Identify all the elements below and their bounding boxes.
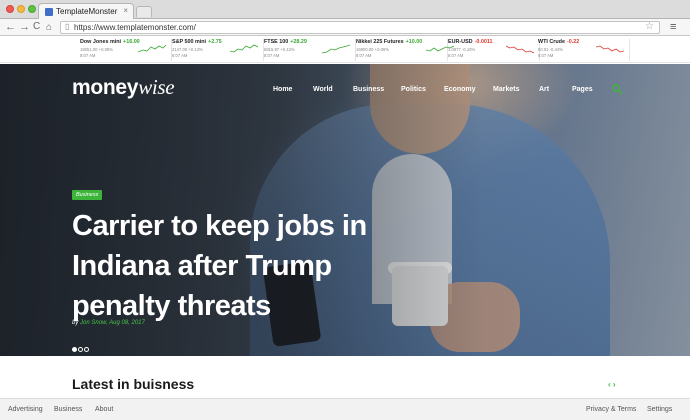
- tab-close-button[interactable]: ×: [123, 6, 128, 15]
- browser-tab[interactable]: TemplateMonster ×: [38, 3, 134, 20]
- minimize-window-button[interactable]: [17, 5, 25, 13]
- browser-toolbar: ← → C ⌂ ▯ https://www.templatemonster.co…: [0, 19, 690, 36]
- ticker-change: -0.22: [566, 39, 580, 45]
- ticker-time: 8:07 AM: [538, 53, 554, 58]
- page-icon: ▯: [65, 22, 70, 31]
- slider-dot[interactable]: [72, 347, 77, 352]
- slider-dot[interactable]: [84, 347, 89, 352]
- ticker-time: 8:07 AM: [448, 53, 464, 58]
- nav-business[interactable]: Business: [353, 86, 384, 93]
- category-badge[interactable]: Business: [72, 190, 103, 200]
- address-url[interactable]: https://www.templatemonster.com/: [74, 23, 196, 32]
- footer-link-business[interactable]: Business: [54, 406, 82, 413]
- ticker-item[interactable]: WTI Crude -0.22 50.01 -0.44% 8:07 AM: [538, 39, 630, 61]
- ticker-time: 8:07 AM: [264, 53, 280, 58]
- ticker-time: 8:07 AM: [172, 53, 188, 58]
- close-window-button[interactable]: [6, 5, 14, 13]
- ticker-name: FTSE 100: [264, 39, 289, 45]
- logo-italic: wise: [138, 75, 175, 99]
- address-bar[interactable]: ▯ https://www.templatemonster.com/ ☆: [60, 21, 660, 34]
- slider-dot[interactable]: [78, 347, 83, 352]
- back-button[interactable]: ←: [5, 20, 16, 34]
- ticker-value: 16900.00 +0.06%: [356, 47, 389, 52]
- market-ticker: Dow Jones mini +16.00 18051.00 +0.09% 8:0…: [0, 36, 690, 63]
- bookmark-star-icon[interactable]: ☆: [645, 21, 654, 32]
- ticker-name: EUR-USD: [448, 39, 473, 45]
- ticker-change: +2.75: [208, 39, 222, 45]
- tab-title: TemplateMonster: [56, 7, 118, 16]
- ticker-name: S&P 500 mini: [172, 39, 207, 45]
- nav-economy[interactable]: Economy: [444, 86, 476, 93]
- ticker-name: Dow Jones mini: [80, 39, 122, 45]
- site-logo[interactable]: moneywise: [72, 75, 175, 100]
- ticker-value: 2147.00 +0.13%: [172, 47, 203, 52]
- ticker-value: 18051.00 +0.09%: [80, 47, 113, 52]
- ticker-value: 1.0977 -0.10%: [448, 47, 476, 52]
- forward-button[interactable]: →: [19, 20, 30, 34]
- ticker-time: 8:07 AM: [80, 53, 96, 58]
- ticker-value: 50.01 -0.44%: [538, 47, 563, 52]
- new-tab-button[interactable]: [136, 6, 152, 17]
- reload-button[interactable]: C: [33, 20, 40, 34]
- ticker-value: 6815.97 +0.42%: [264, 47, 295, 52]
- search-icon[interactable]: [611, 83, 623, 95]
- maximize-window-button[interactable]: [28, 5, 36, 13]
- browser-tab-strip: TemplateMonster ×: [0, 0, 690, 20]
- byline-prefix: by: [72, 320, 79, 326]
- section-title: Latest in buisness: [72, 376, 195, 392]
- slider-dots: [72, 339, 90, 356]
- ticker-name: Nikkei 225 Futures: [356, 39, 404, 45]
- nav-markets[interactable]: Markets: [493, 86, 519, 93]
- nav-world[interactable]: World: [313, 86, 333, 93]
- sparkline-icon: [506, 45, 534, 54]
- hero-headline[interactable]: Carrier to keep jobs in Indiana after Tr…: [72, 206, 392, 326]
- sparkline-icon: [322, 44, 350, 54]
- ticker-item[interactable]: EUR-USD -0.0011 1.0977 -0.10% 8:07 AM: [448, 39, 540, 61]
- sparkline-icon: [596, 45, 624, 53]
- sparkline-icon: [230, 44, 258, 53]
- hero-byline: by Jon Snow, Aug 08, 2017: [72, 320, 145, 326]
- byline-author-date[interactable]: Jon Snow, Aug 08, 2017: [80, 320, 145, 326]
- ticker-change: +10.00: [405, 39, 423, 45]
- ticker-item[interactable]: FTSE 100 +28.29 6815.97 +0.42% 8:07 AM: [264, 39, 356, 61]
- favicon-icon: [45, 8, 53, 16]
- ticker-name: WTI Crude: [538, 39, 565, 45]
- ticker-item[interactable]: S&P 500 mini +2.75 2147.00 +0.13% 8:07 AM: [172, 39, 264, 61]
- ticker-item[interactable]: Dow Jones mini +16.00 18051.00 +0.09% 8:0…: [80, 39, 172, 61]
- ticker-time: 8:07 AM: [356, 53, 372, 58]
- logo-bold: money: [72, 76, 139, 99]
- browser-footer: Advertising Business About Privacy & Ter…: [0, 398, 690, 420]
- footer-link-about[interactable]: About: [95, 406, 113, 413]
- ticker-change: -0.0011: [474, 39, 493, 45]
- nav-pages[interactable]: Pages: [572, 86, 593, 93]
- browser-menu-button[interactable]: ≡: [670, 21, 676, 33]
- footer-link-advertising[interactable]: Advertising: [8, 406, 43, 413]
- home-button[interactable]: ⌂: [46, 21, 52, 35]
- hero-banner[interactable]: moneywise Home World Business Politics E…: [0, 64, 690, 356]
- nav-politics[interactable]: Politics: [401, 86, 426, 93]
- nav-home[interactable]: Home: [273, 86, 292, 93]
- sparkline-icon: [138, 44, 166, 53]
- nav-art[interactable]: Art: [539, 86, 549, 93]
- carousel-arrows[interactable]: ‹ ›: [608, 380, 616, 389]
- ticker-item[interactable]: Nikkei 225 Futures +10.00 16900.00 +0.06%…: [356, 39, 454, 61]
- ticker-change: +28.29: [290, 39, 307, 45]
- footer-link-privacy[interactable]: Privacy & Terms: [586, 406, 636, 413]
- footer-link-settings[interactable]: Settings: [647, 406, 672, 413]
